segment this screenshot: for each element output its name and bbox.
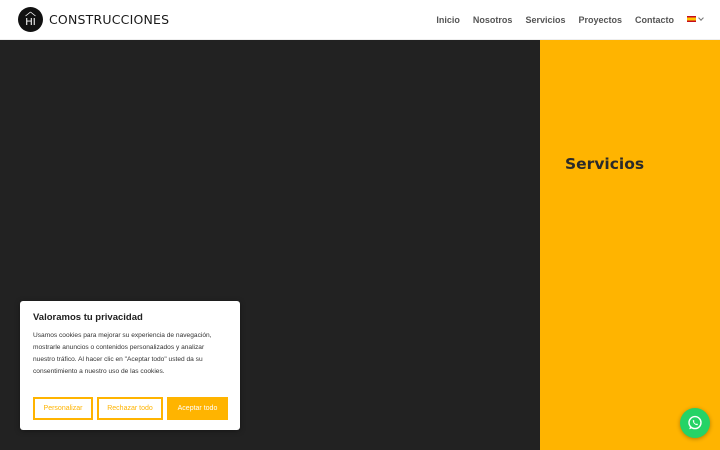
cookie-title: Valoramos tu privacidad xyxy=(33,312,143,323)
nav-item-nosotros[interactable]: Nosotros xyxy=(473,15,513,25)
services-title: Servicios xyxy=(565,155,645,173)
spain-flag-icon xyxy=(687,16,696,22)
nav-item-servicios[interactable]: Servicios xyxy=(525,15,565,25)
language-selector[interactable] xyxy=(687,15,704,22)
services-panel: Servicios xyxy=(540,40,720,450)
nav-item-contacto[interactable]: Contacto xyxy=(635,15,674,25)
customize-button[interactable]: Personalizar xyxy=(33,397,93,420)
nav-item-inicio[interactable]: Inicio xyxy=(436,15,460,25)
chevron-down-icon xyxy=(698,15,704,21)
reject-all-button[interactable]: Rechazar todo xyxy=(97,397,163,420)
cookie-description: Usamos cookies para mejorar su experienc… xyxy=(33,332,212,375)
site-header: HI CONSTRUCCIONES Inicio Nosotros Servic… xyxy=(0,0,720,40)
whatsapp-button[interactable] xyxy=(680,408,710,438)
cookie-button-group: Personalizar Rechazar todo Aceptar todo xyxy=(33,397,228,420)
whatsapp-icon xyxy=(688,415,702,430)
cookie-consent-banner: Valoramos tu privacidad Usamos cookies p… xyxy=(20,301,240,430)
accept-all-button[interactable]: Aceptar todo xyxy=(167,397,228,420)
logo-mark-icon: HI xyxy=(18,7,43,32)
nav-item-proyectos[interactable]: Proyectos xyxy=(578,15,622,25)
main-nav: Inicio Nosotros Servicios Proyectos Cont… xyxy=(423,0,674,40)
svg-text:HI: HI xyxy=(25,17,35,28)
logo-text: CONSTRUCCIONES xyxy=(49,12,170,27)
site-logo[interactable]: HI CONSTRUCCIONES xyxy=(18,7,169,32)
